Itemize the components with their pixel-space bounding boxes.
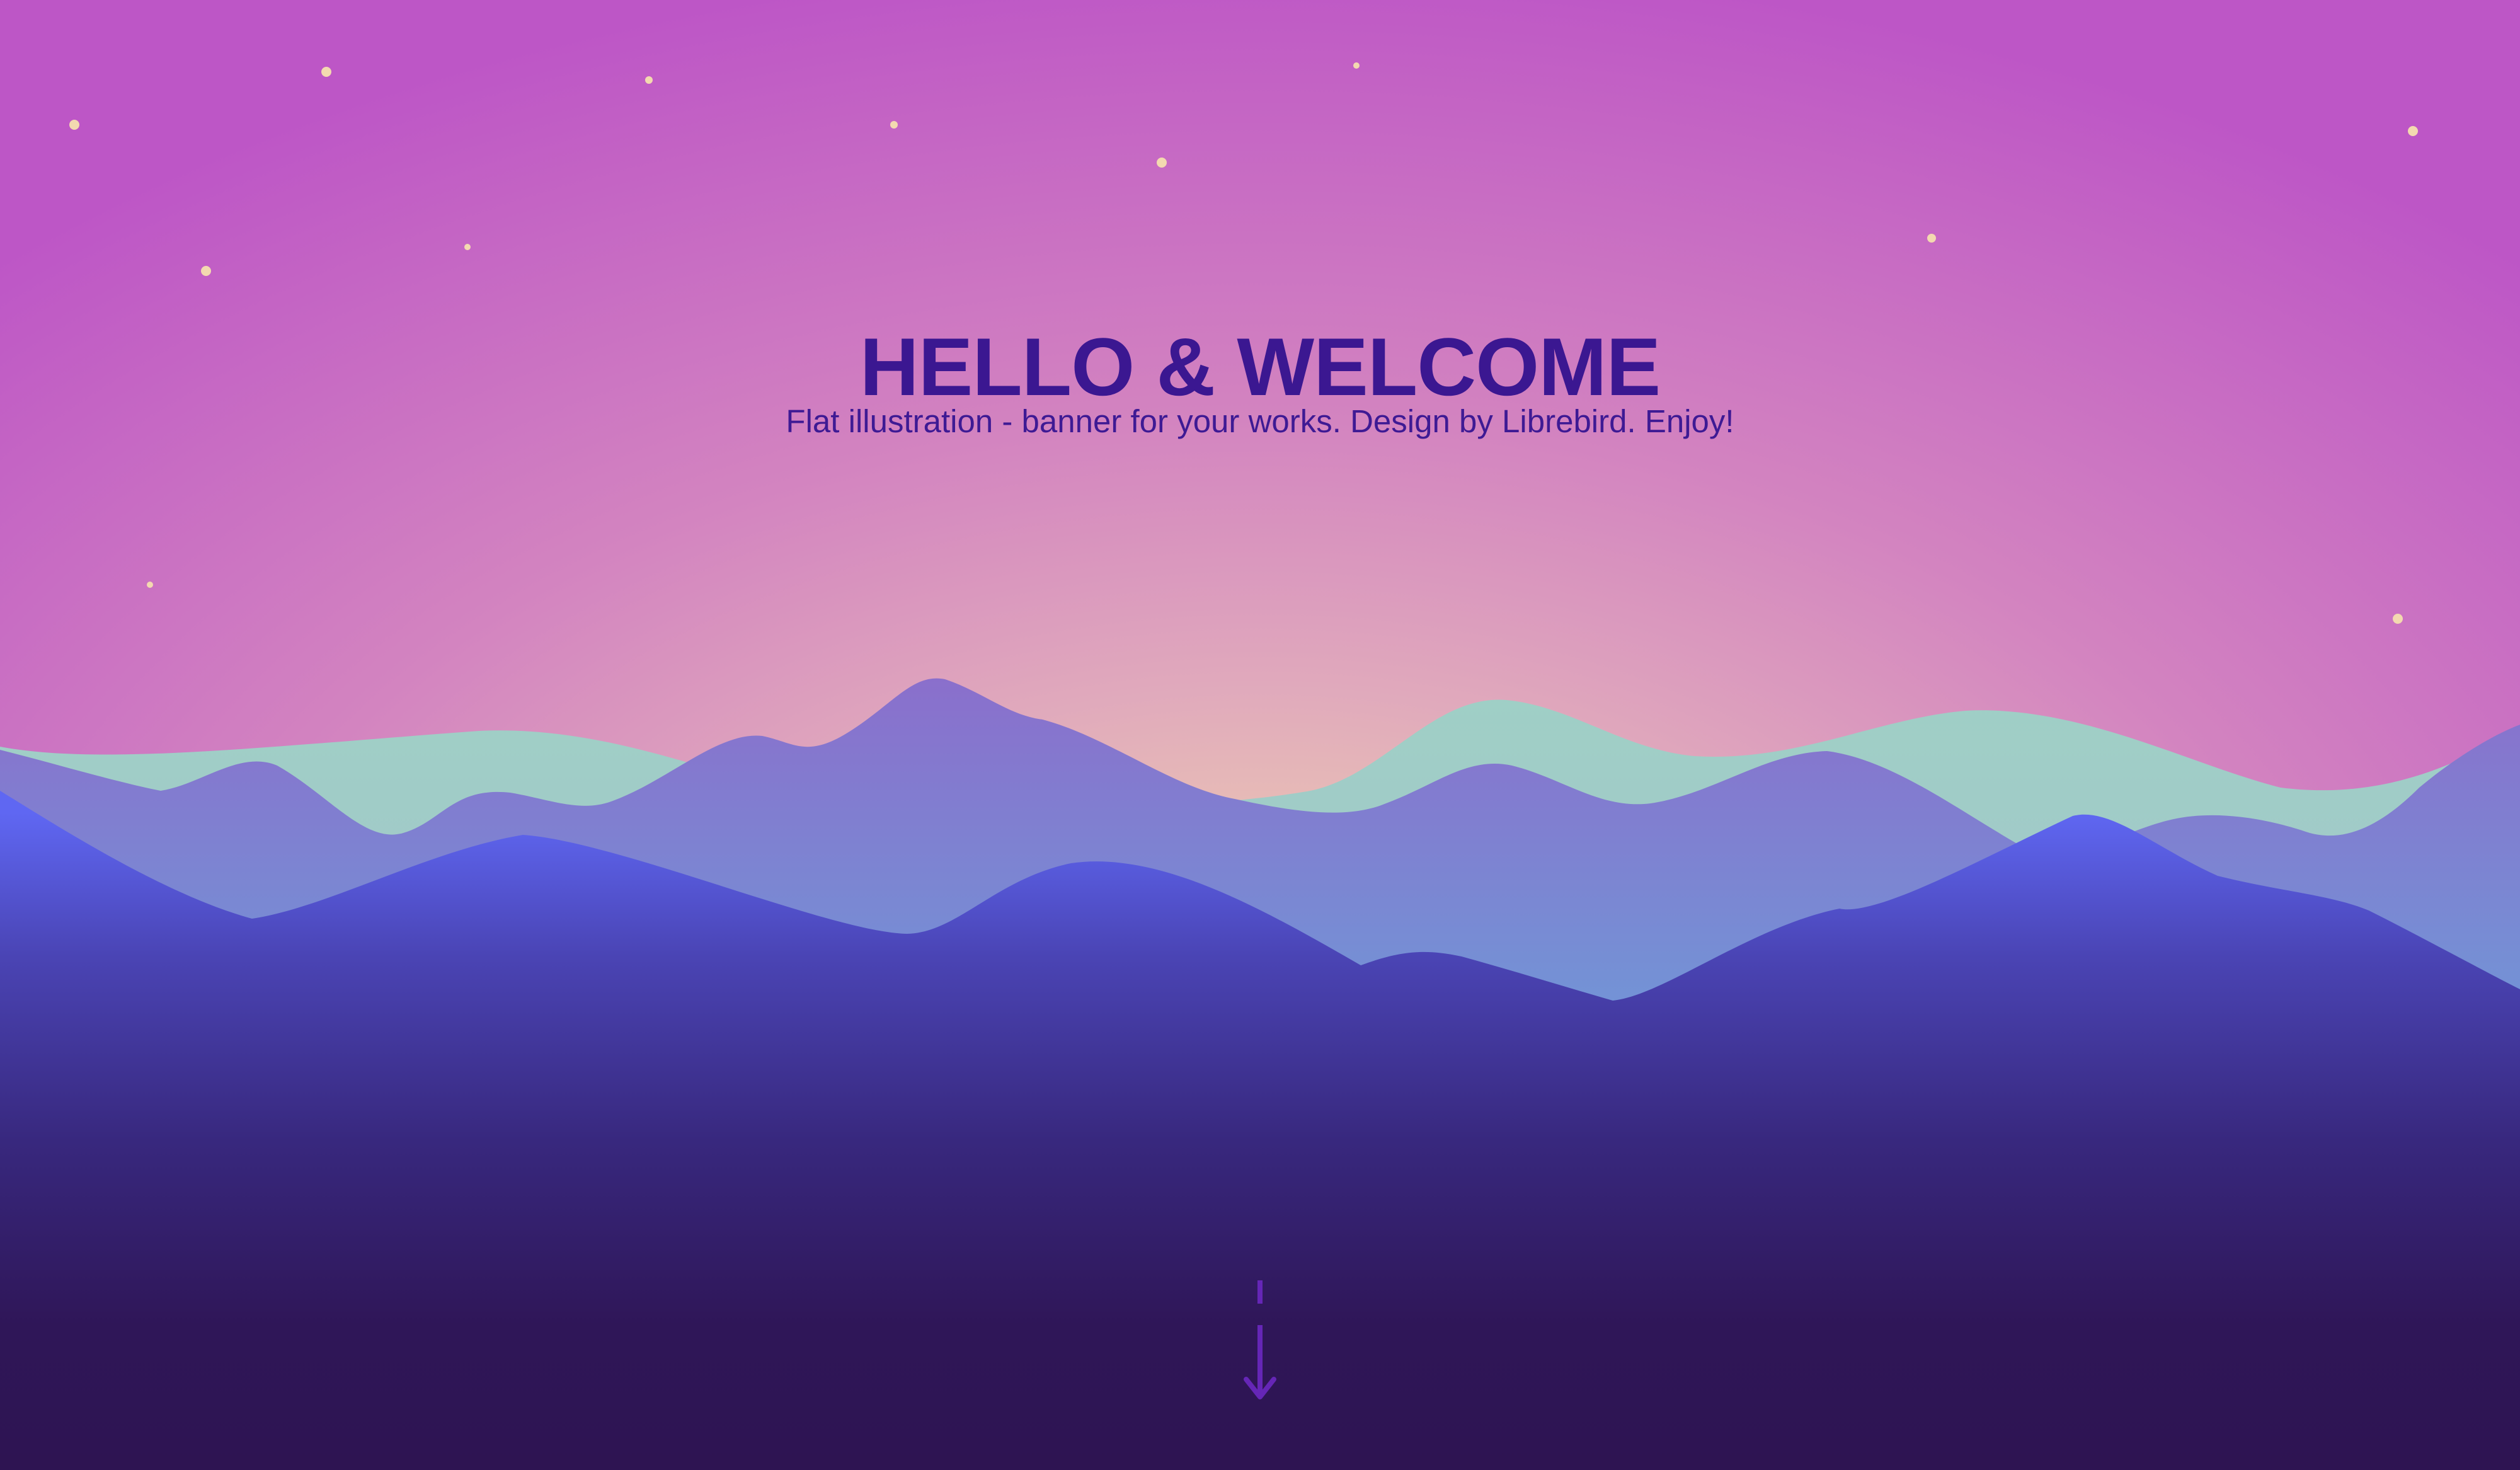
star-icon [2393,614,2403,624]
star-icon [69,120,79,130]
star-icon [1927,234,1936,243]
star-icon [1353,62,1360,69]
star-icon [321,67,331,77]
star-icon [147,582,153,588]
star-icon [645,76,653,84]
hero-banner: HELLO & WELCOME Flat illustration - bann… [0,0,2520,1470]
star-icon [1157,158,1167,168]
star-icon [2408,126,2418,136]
star-icon [464,244,471,250]
arrow-down-icon [1244,1280,1276,1399]
landscape-illustration [0,62,2520,1470]
star-icon [890,121,898,129]
page-subtitle: Flat illustration - banner for your work… [786,403,1734,439]
scroll-down-button[interactable] [1242,1276,1278,1402]
star-icon [201,266,211,276]
